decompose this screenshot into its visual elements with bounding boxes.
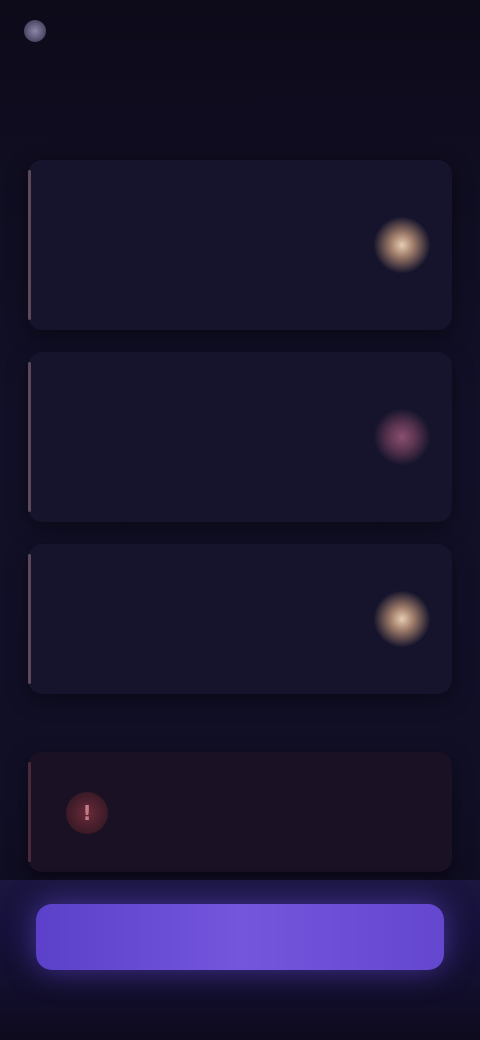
app-root: ! [0,0,480,1040]
card-item[interactable] [28,160,452,330]
card-item[interactable] [28,352,452,522]
rose-glow-dot-icon [374,409,430,465]
top-header [24,14,456,48]
card-list [28,160,452,716]
primary-cta-button[interactable] [36,904,444,970]
alert-banner[interactable]: ! [28,752,452,872]
alert-icon: ! [66,792,108,834]
brand[interactable] [24,20,58,42]
logo-icon [24,20,46,42]
warm-glow-dot-icon [374,591,430,647]
card-item[interactable] [28,544,452,694]
warm-glow-dot-icon [374,217,430,273]
